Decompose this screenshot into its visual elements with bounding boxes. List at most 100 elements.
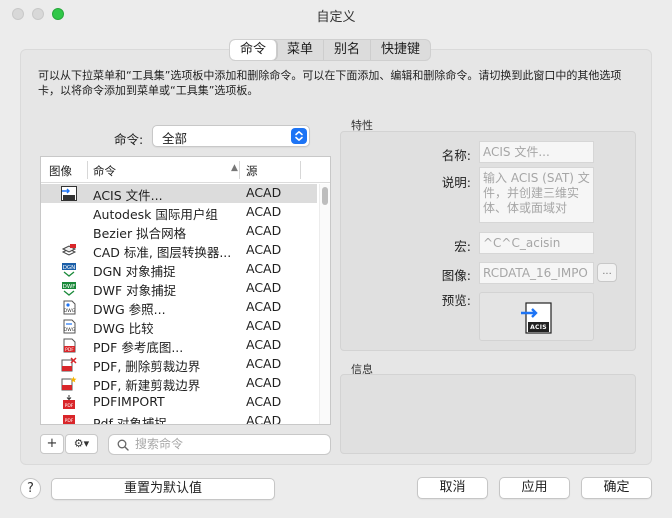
command-name: Pdf 对象捕捉... [93,416,179,425]
pdf-delete-clip-icon [61,357,77,372]
cancel-button[interactable]: 取消 [417,477,488,499]
browse-image-button[interactable]: ... [597,263,617,282]
command-source: ACAD [246,185,282,200]
gear-icon: ⚙▾ [73,437,90,450]
command-name: CAD 标准, 图层转换器... [93,245,232,260]
title-bar: 自定义 [0,0,672,28]
command-source: ACAD [246,204,282,219]
ok-button[interactable]: 确定 [581,477,652,499]
table-row[interactable]: DGN DGN 对象捕捉 ACAD [41,260,317,279]
command-name: ACIS 文件... [93,188,163,203]
table-row[interactable]: Bezier 拟合网格 ACAD [41,222,317,241]
column-divider [87,161,88,179]
table-row[interactable]: PDF PDF 参考底图... ACAD [41,336,317,355]
command-filter-value: 全部 [162,131,188,146]
scrollbar-thumb[interactable] [322,187,328,205]
dwg-compare-icon: DWG [61,319,77,334]
pdf-snap-icon: PDF [61,414,77,424]
command-name: DGN 对象捕捉 [93,264,176,279]
description-field[interactable]: 输入 ACIS (SAT) 文件，并创建三维实体、体或面域对 [479,167,594,223]
tab-commands[interactable]: 命令 [230,40,278,60]
command-source: ACAD [246,375,282,390]
preview-box: ACIS [479,292,594,341]
dwg-reference-icon: DWG [61,300,77,315]
table-row[interactable]: Autodesk 国际用户组 ACAD [41,203,317,222]
command-name: DWG 参照... [93,302,166,317]
name-field[interactable]: ACIS 文件... [479,141,594,163]
dwf-icon: DWF [61,281,77,296]
command-source: ACAD [246,280,282,295]
table-row[interactable]: PDF PDFIMPORT ACAD [41,393,317,412]
window-title: 自定义 [316,10,356,25]
command-filter-label: 命令: [114,132,144,147]
search-field[interactable] [108,434,331,455]
tab-shortcuts[interactable]: 快捷键 [371,40,430,60]
command-name: DWG 比较 [93,321,154,336]
preview-icon-label: ACIS [530,324,547,331]
description-label: 说明: [441,175,471,190]
apply-button[interactable]: 应用 [499,477,570,499]
command-source: ACAD [246,337,282,352]
table-row[interactable]: DWF DWF 对象捕捉 ACAD [41,279,317,298]
search-icon [117,439,129,454]
svg-text:DWF: DWF [63,284,76,290]
table-header: 图像 命令 ▲ 源 [41,157,330,183]
svg-text:PDF: PDF [65,418,74,424]
table-row[interactable]: PDF, 新建剪裁边界 ACAD [41,374,317,393]
cad-standards-icon [61,243,77,258]
tab-aliases[interactable]: 别名 [324,40,372,60]
svg-text:DGN: DGN [63,265,76,271]
command-table: 图像 命令 ▲ 源 ACIS 文件... ACAD Autodesk 国际用户组… [40,156,331,425]
tab-menus[interactable]: 菜单 [277,40,325,60]
preview-label: 预览: [441,293,471,308]
svg-text:PDF: PDF [65,347,74,353]
column-header-image[interactable]: 图像 [49,163,72,179]
sort-ascending-icon: ▲ [231,163,238,173]
info-box [340,374,636,454]
description-text: 可以从下拉菜单和“工具集”选项板中添加和删除命令。可以在下面添加、编辑和删除命令… [38,69,622,97]
svg-text:PDF: PDF [65,403,74,409]
column-divider [239,161,240,179]
command-name: PDFIMPORT [93,394,165,409]
reset-defaults-button[interactable]: 重置为默认值 [51,478,275,500]
command-name: PDF, 新建剪裁边界 [93,378,201,393]
macro-label: 宏: [454,239,471,254]
column-header-command[interactable]: 命令 [93,163,116,179]
table-row[interactable]: ACIS 文件... ACAD [41,184,317,203]
tab-bar: 命令 菜单 别名 快捷键 [229,39,432,61]
command-source: ACAD [246,318,282,333]
search-input[interactable] [135,437,325,451]
table-row[interactable]: DWG DWG 比较 ACAD [41,317,317,336]
pdf-new-clip-icon [61,376,77,391]
command-name: Bezier 拟合网格 [93,226,187,241]
command-source: ACAD [246,242,282,257]
pdf-underlay-icon: PDF [61,338,77,353]
table-row[interactable]: PDF, 删除剪裁边界 ACAD [41,355,317,374]
column-divider [300,161,301,179]
command-source: ACAD [246,356,282,371]
help-button[interactable]: ? [20,478,41,499]
chevron-updown-icon [291,128,307,144]
column-header-source[interactable]: 源 [246,163,258,179]
command-source: ACAD [246,299,282,314]
svg-text:DWG: DWG [64,308,76,314]
image-label: 图像: [441,268,471,283]
command-source: ACAD [246,394,282,409]
table-scrollbar[interactable] [319,184,330,424]
command-source: ACAD [246,261,282,276]
add-command-button[interactable]: + [40,434,64,454]
image-field[interactable]: RCDATA_16_IMPO [479,262,594,284]
command-name: PDF, 删除剪裁边界 [93,359,201,374]
table-row[interactable]: DWG DWG 参照... ACAD [41,298,317,317]
macro-field[interactable]: ^C^C_acisin [479,232,594,254]
name-label: 名称: [441,148,471,163]
command-filter-select[interactable]: 全部 [152,125,310,147]
acis-icon [61,186,77,201]
table-row[interactable]: PDF Pdf 对象捕捉... ACAD [41,412,317,425]
command-name: PDF 参考底图... [93,340,184,355]
svg-text:DWG: DWG [64,327,76,333]
command-name: DWF 对象捕捉 [93,283,177,298]
table-row[interactable]: CAD 标准, 图层转换器... ACAD [41,241,317,260]
command-name: Autodesk 国际用户组 [93,207,218,222]
gear-menu-button[interactable]: ⚙▾ [65,434,98,454]
